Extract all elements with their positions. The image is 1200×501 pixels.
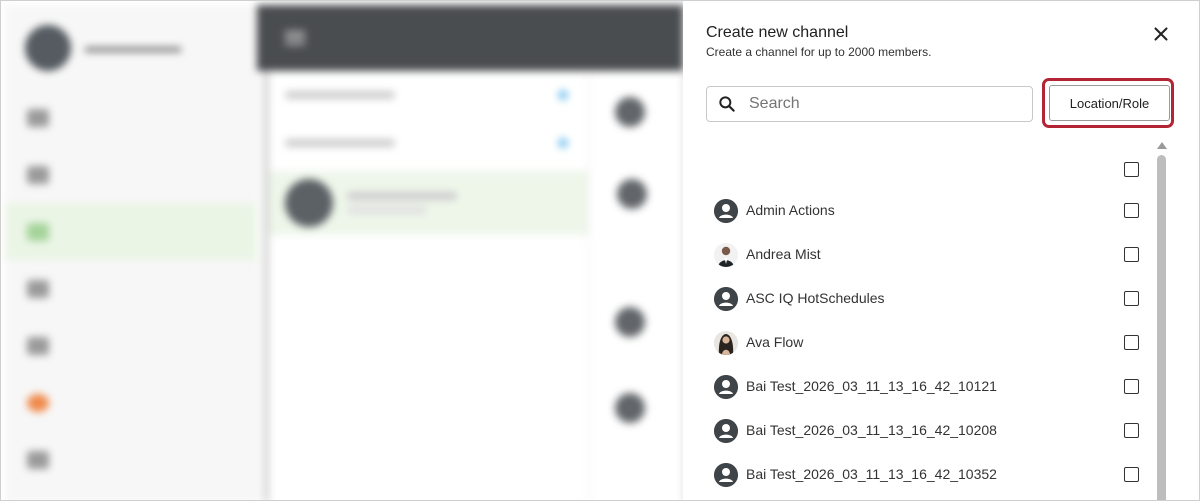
sidebar-item [5,89,257,146]
top-bar [257,5,683,71]
member-row[interactable]: Bai Test_2026_03_11_13_16_42_10121 [706,365,1146,409]
placeholder-lines [347,192,457,214]
member-checkbox[interactable] [1124,335,1139,350]
member-name: Bai Test_2026_03_11_13_16_42_10121 [746,378,997,394]
member-name: ASC IQ HotSchedules [746,290,885,306]
search-icon [719,96,735,112]
app-window: ▬▬▬▬▬▬ Create new channel Create a chann… [0,0,1200,501]
person-icon [714,199,738,223]
person-icon [714,287,738,311]
person-icon [714,463,738,487]
unread-dot [558,90,568,100]
scrollbar-thumb[interactable] [1157,155,1166,500]
member-checkbox[interactable] [1124,379,1139,394]
person-icon [714,375,738,399]
avatar [714,331,738,355]
placeholder-line [347,192,457,200]
nav-icon [27,393,49,412]
sidebar-item [5,431,257,488]
avatar [615,393,645,423]
nav-icon [27,165,49,184]
member-checkbox[interactable] [1124,247,1139,262]
location-role-button[interactable]: Location/Role [1049,85,1170,121]
nav-icon [27,222,49,241]
nav-icon [27,336,49,355]
member-name: Bai Test_2026_03_11_13_16_42_10208 [746,422,997,438]
member-row[interactable]: Bai Test_2026_03_11_13_16_42_10208 [706,409,1146,453]
sidebar-nav [5,89,257,488]
avatar [25,25,71,71]
select-all-row [706,149,1146,189]
chat-area [595,71,683,500]
member-name: Andrea Mist [746,246,821,262]
list-item [269,171,588,235]
user-name-blurred: ▬▬▬▬▬▬ [85,39,181,56]
nav-icon [27,450,49,469]
conversation-list [263,71,589,500]
nav-icon [27,279,49,298]
member-row[interactable]: Admin Actions [706,189,1146,233]
member-name: Admin Actions [746,202,835,218]
member-row[interactable]: Ava Flow [706,321,1146,365]
member-checkbox[interactable] [1124,423,1139,438]
close-button[interactable] [1150,23,1172,45]
close-icon [1154,27,1168,41]
member-checkbox[interactable] [1124,291,1139,306]
panel-subtitle: Create a channel for up to 2000 members. [706,45,932,59]
sidebar-item [5,317,257,374]
person-icon [714,419,738,443]
sidebar-item-active [5,203,257,260]
member-checkbox[interactable] [1124,203,1139,218]
placeholder-line [285,91,395,99]
select-all-checkbox[interactable] [1124,162,1139,177]
user-profile: ▬▬▬▬▬▬ [25,25,181,71]
unread-dot [558,138,568,148]
scroll-up-arrow[interactable] [1157,142,1167,149]
create-channel-panel: Create new channel Create a channel for … [683,1,1199,500]
member-name: Bai Test_2026_03_11_13_16_42_10352 [746,466,997,482]
menu-icon [285,31,305,45]
panel-title: Create new channel [706,24,849,41]
list-section-header [269,71,588,119]
search-box[interactable] [706,86,1033,122]
member-row[interactable]: ASC IQ HotSchedules [706,277,1146,321]
member-name: Ava Flow [746,334,804,350]
placeholder-line [347,206,427,214]
background-app-blurred: ▬▬▬▬▬▬ [1,1,683,500]
member-row[interactable]: Andrea Mist [706,233,1146,277]
sidebar-item [5,260,257,317]
avatar [615,307,645,337]
sidebar: ▬▬▬▬▬▬ [5,5,257,500]
nav-icon [27,108,49,127]
avatar [617,179,647,209]
avatar [714,243,738,267]
avatar [285,179,333,227]
list-section-header [269,119,588,167]
avatar [615,97,645,127]
search-input[interactable] [749,95,1019,113]
sidebar-item [5,374,257,431]
placeholder-line [285,139,395,147]
member-checkbox[interactable] [1124,467,1139,482]
member-list: Admin Actions Andrea Mist ASC IQ HotSche… [706,149,1146,497]
member-row[interactable]: Bai Test_2026_03_11_13_16_42_10352 [706,453,1146,497]
sidebar-item [5,146,257,203]
